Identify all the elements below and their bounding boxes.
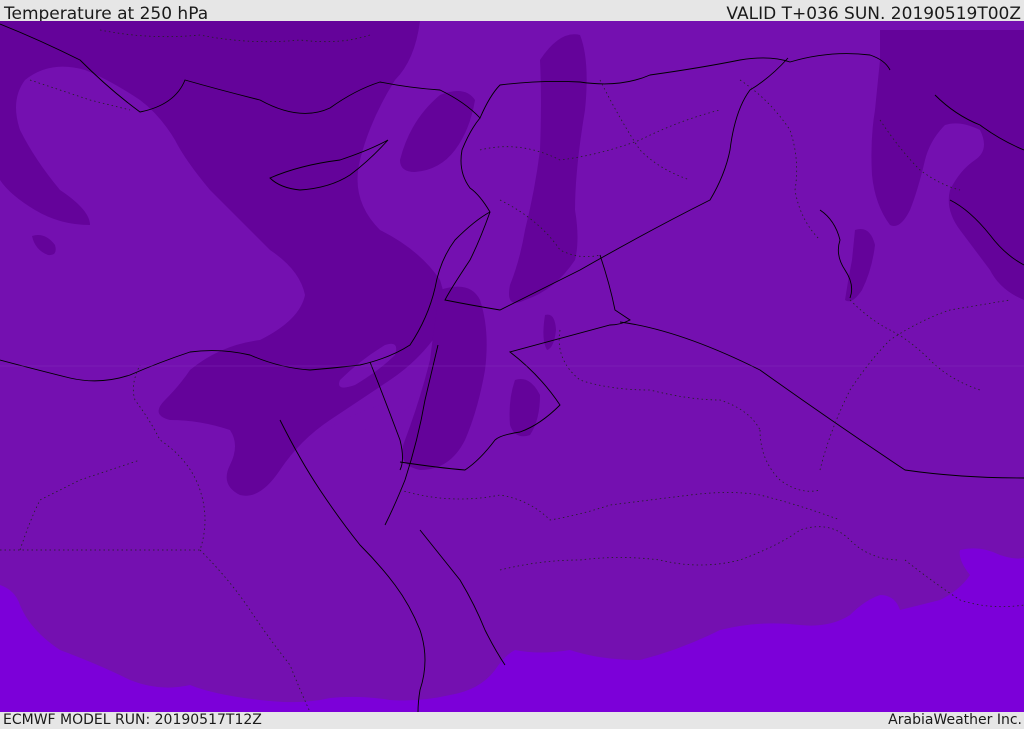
weather-map[interactable]: [0, 21, 1024, 712]
footer-bar: ECMWF MODEL RUN: 20190517T12Z ArabiaWeat…: [0, 712, 1024, 729]
title-bar: Temperature at 250 hPa VALID T+036 SUN. …: [0, 0, 1024, 24]
model-run-label: ECMWF MODEL RUN: 20190517T12Z: [3, 712, 262, 728]
credit-label: ArabiaWeather Inc.: [888, 712, 1022, 728]
